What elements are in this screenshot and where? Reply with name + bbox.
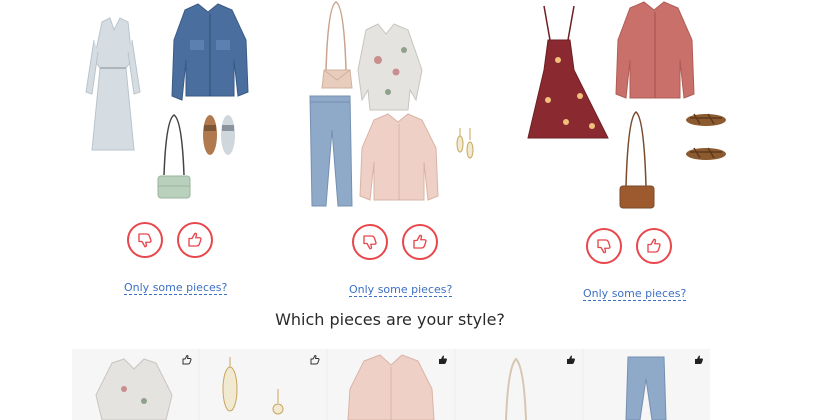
outfit-2-partial-link[interactable]: Only some pieces?: [349, 283, 452, 296]
piece-card-light-wash-jeans[interactable]: [584, 349, 710, 420]
pieces-strip: [72, 349, 710, 420]
outfit-1-partial-link[interactable]: Only some pieces?: [124, 281, 227, 294]
outfit-2-image[interactable]: [300, 0, 495, 215]
thumbs-up-outline-icon[interactable]: [181, 354, 193, 366]
piece-card-drop-earrings[interactable]: [200, 349, 326, 420]
grey-dress-image: [85, 17, 141, 151]
thumbs-down-icon: [597, 239, 611, 254]
piece-card-floral-kimono[interactable]: [72, 349, 198, 420]
thumbs-up-icon: [647, 238, 661, 253]
outfit-1-image[interactable]: [80, 0, 260, 205]
burgundy-floral-dress-image: [527, 5, 609, 139]
brown-crossbody-bag-image: [619, 111, 655, 209]
pink-denim-jacket-image: [347, 354, 435, 420]
thumbs-down-icon: [363, 235, 377, 250]
thumbs-up-outline-icon[interactable]: [309, 354, 321, 366]
piece-card-crossbody-bag-strap[interactable]: [456, 349, 582, 420]
floral-kimono-image: [95, 358, 173, 420]
outfit-3-image[interactable]: [522, 0, 732, 215]
denim-jacket-image: [171, 3, 249, 101]
pink-denim-jacket-image: [359, 113, 439, 201]
outfit-3-partial-link[interactable]: Only some pieces?: [583, 287, 686, 300]
outfit-2-like-button[interactable]: [402, 224, 438, 260]
floral-kimono-image: [357, 23, 423, 111]
pieces-question-heading: Which pieces are your style?: [275, 310, 505, 329]
thumbs-up-filled-icon[interactable]: [437, 354, 449, 366]
slide-sandals-image: [203, 115, 235, 155]
blush-crossbody-bag-image: [321, 1, 353, 89]
brown-sandals-image: [686, 113, 726, 160]
thumbs-up-filled-icon[interactable]: [693, 354, 705, 366]
outfit-1-like-button[interactable]: [177, 222, 213, 258]
light-wash-jeans-image: [309, 95, 353, 207]
thumbs-up-icon: [413, 234, 427, 249]
thumbs-up-icon: [188, 232, 202, 247]
thumbs-down-icon: [138, 233, 152, 248]
rose-denim-jacket-image: [615, 1, 695, 99]
piece-card-pink-denim-jacket[interactable]: [328, 349, 454, 420]
mint-crossbody-bag-image: [157, 114, 191, 199]
drop-earrings-image: [222, 357, 284, 415]
outfit-2-dislike-button[interactable]: [352, 224, 388, 260]
drop-earrings-image: [456, 128, 474, 159]
outfit-3-dislike-button[interactable]: [586, 228, 622, 264]
crossbody-bag-strap-image: [505, 357, 527, 420]
outfit-1-dislike-button[interactable]: [127, 222, 163, 258]
light-wash-jeans-image: [625, 356, 667, 420]
outfit-3-like-button[interactable]: [636, 228, 672, 264]
thumbs-up-filled-icon[interactable]: [565, 354, 577, 366]
